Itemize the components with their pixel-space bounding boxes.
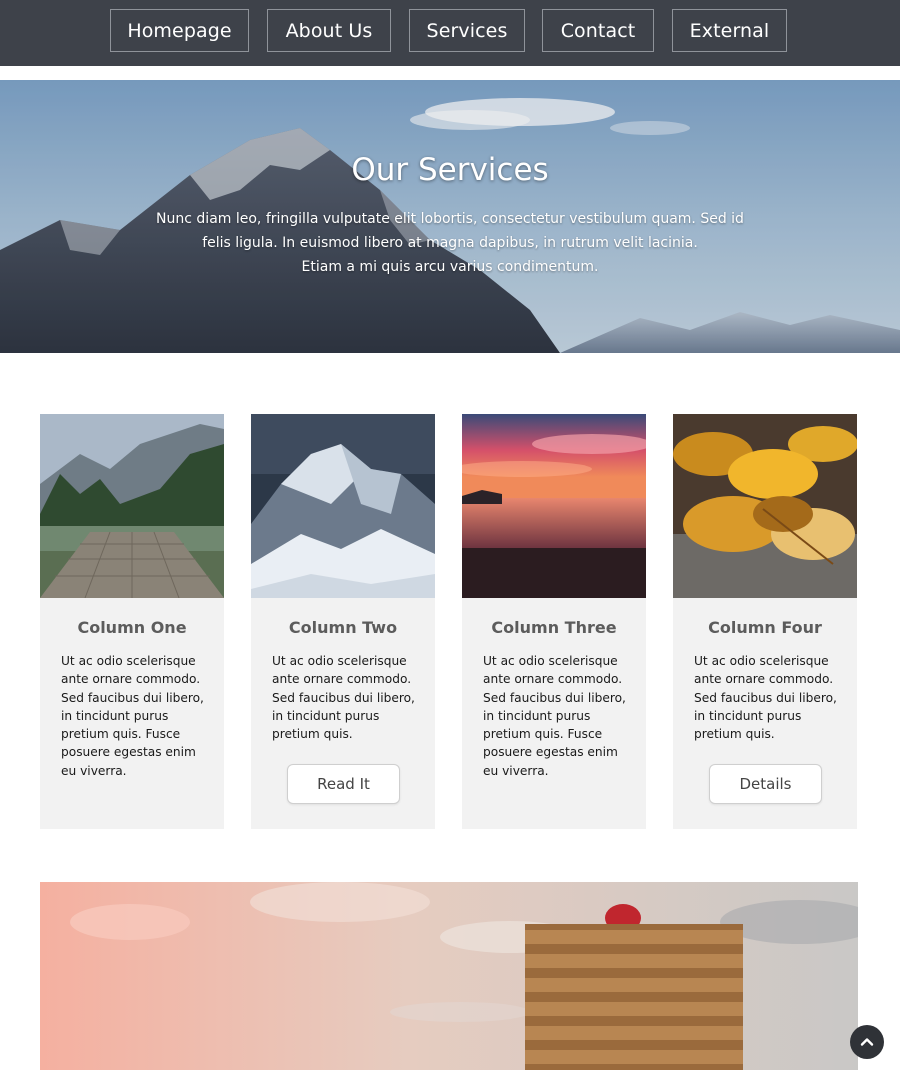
hero-description-line: felis ligula. In euismod libero at magna… (202, 235, 698, 251)
card-image-lake (40, 414, 224, 598)
nav-contact-button[interactable]: Contact (542, 9, 654, 52)
hero-title: Our Services (351, 152, 549, 188)
card-image-sunset-beach (462, 414, 646, 598)
card-text: Ut ac odio scelerisque ante ornare commo… (272, 654, 415, 742)
card-title: Column Three (491, 618, 617, 637)
card-title: Column Two (288, 618, 398, 637)
nav-services-button[interactable]: Services (409, 9, 525, 52)
nav-about-us-button[interactable]: About Us (267, 9, 391, 52)
hero-banner: Our Services Nunc diam leo, fringilla vu… (0, 80, 900, 353)
nav-external-button[interactable]: External (672, 9, 787, 52)
details-button[interactable]: Details (709, 764, 822, 804)
hero-description-line: Etiam a mi quis arcu varius condimentum. (301, 259, 599, 275)
card-text: Ut ac odio scelerisque ante ornare commo… (483, 654, 626, 778)
card-text: Ut ac odio scelerisque ante ornare commo… (694, 654, 837, 742)
service-card: Column Two Ut ac odio scelerisque ante o… (251, 414, 435, 829)
top-navbar: Homepage About Us Services Contact Exter… (0, 0, 900, 66)
service-card: Column Four Ut ac odio scelerisque ante … (673, 414, 857, 829)
service-card: Column One Ut ac odio scelerisque ante o… (40, 414, 224, 829)
card-image-autumn-leaves (673, 414, 857, 598)
nav-homepage-button[interactable]: Homepage (110, 9, 249, 52)
bottom-banner-image (40, 882, 858, 1070)
card-title: Column Four (708, 618, 822, 637)
card-title: Column One (77, 618, 187, 637)
service-card: Column Three Ut ac odio scelerisque ante… (462, 414, 646, 829)
hero-description: Nunc diam leo, fringilla vulputate elit … (150, 207, 750, 279)
back-to-top-button[interactable] (850, 1025, 884, 1059)
hero-description-line: Nunc diam leo, fringilla vulputate elit … (156, 211, 744, 227)
card-image-snowy-mountain (251, 414, 435, 598)
chevron-up-icon (860, 1038, 874, 1046)
read-it-button[interactable]: Read It (287, 764, 400, 804)
card-text: Ut ac odio scelerisque ante ornare commo… (61, 654, 204, 778)
